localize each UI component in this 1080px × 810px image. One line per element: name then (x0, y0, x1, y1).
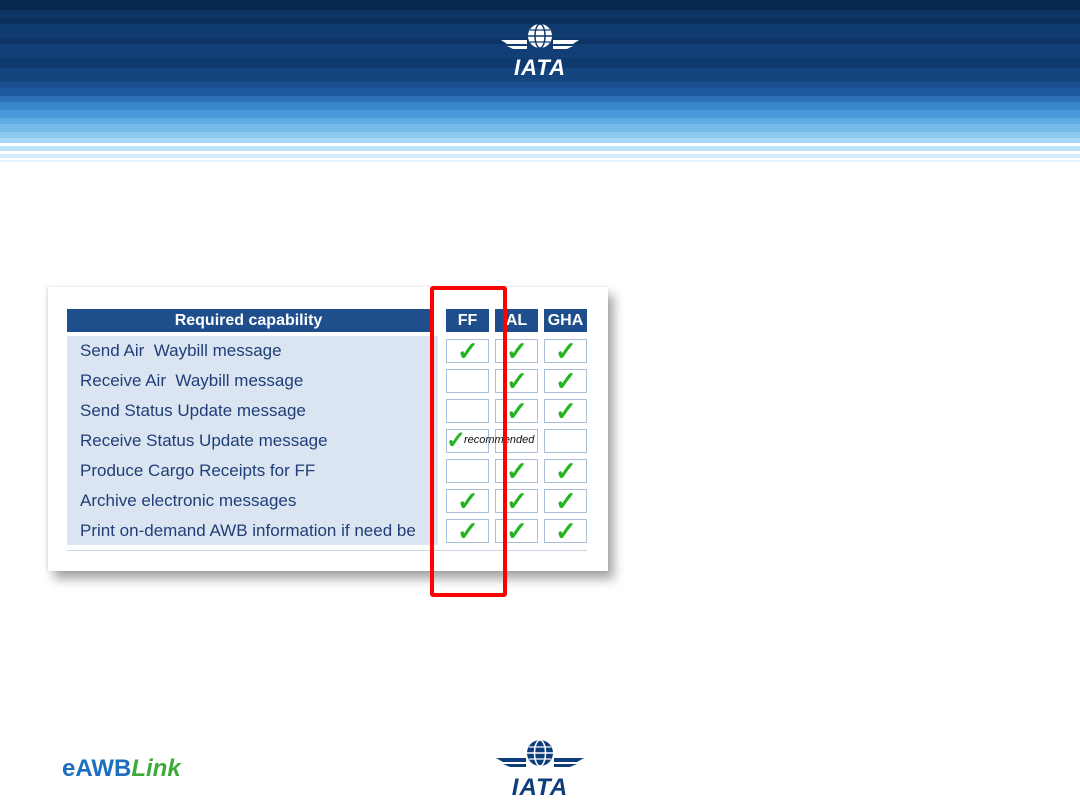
globe-wings-icon (496, 739, 584, 767)
capability-label: Print on-demand AWB information if need … (80, 521, 416, 540)
iata-logo-bottom: IATA (494, 738, 586, 801)
checkmark-icon: ✓ (555, 366, 577, 396)
checkmark-icon: ✓ (555, 336, 577, 366)
checkmark-icon: ✓ (555, 396, 577, 426)
checkmark-icon: ✓ (506, 486, 528, 516)
checkmark-icon: ✓ (555, 486, 577, 516)
ff-column-highlight (430, 286, 507, 597)
capability-label: Receive Status Update message (80, 431, 328, 450)
checkmark-icon: ✓ (506, 336, 528, 366)
eawblink-logo: eAWBLink (62, 755, 181, 783)
brand-suffix: Link (131, 755, 181, 782)
capability-label: Archive electronic messages (80, 491, 297, 510)
checkmark-icon: ✓ (555, 516, 577, 546)
checkmark-icon: ✓ (555, 456, 577, 486)
capability-label: Send Status Update message (80, 401, 306, 420)
iata-wordmark: IATA (513, 55, 567, 80)
table-bottom-rule (67, 550, 587, 551)
capability-label: Produce Cargo Receipts for FF (80, 461, 316, 480)
brand-prefix: eAWB (62, 755, 132, 782)
capability-label: Send Air Waybill message (80, 341, 282, 360)
capability-label: Receive Air Waybill message (80, 371, 304, 390)
iata-logo-top: IATA (497, 22, 583, 80)
checkmark-icon: ✓ (506, 456, 528, 486)
header-banner: IATA (0, 0, 1080, 165)
checkmark-icon: ✓ (506, 366, 528, 396)
globe-wings-icon (501, 23, 579, 49)
table-cell (544, 429, 587, 453)
column-header-gha: GHA (544, 309, 587, 332)
capability-column-header: Required capability (67, 309, 430, 332)
checkmark-icon: ✓ (506, 396, 528, 426)
checkmark-icon: ✓ (506, 516, 528, 546)
iata-wordmark: IATA (511, 774, 569, 801)
